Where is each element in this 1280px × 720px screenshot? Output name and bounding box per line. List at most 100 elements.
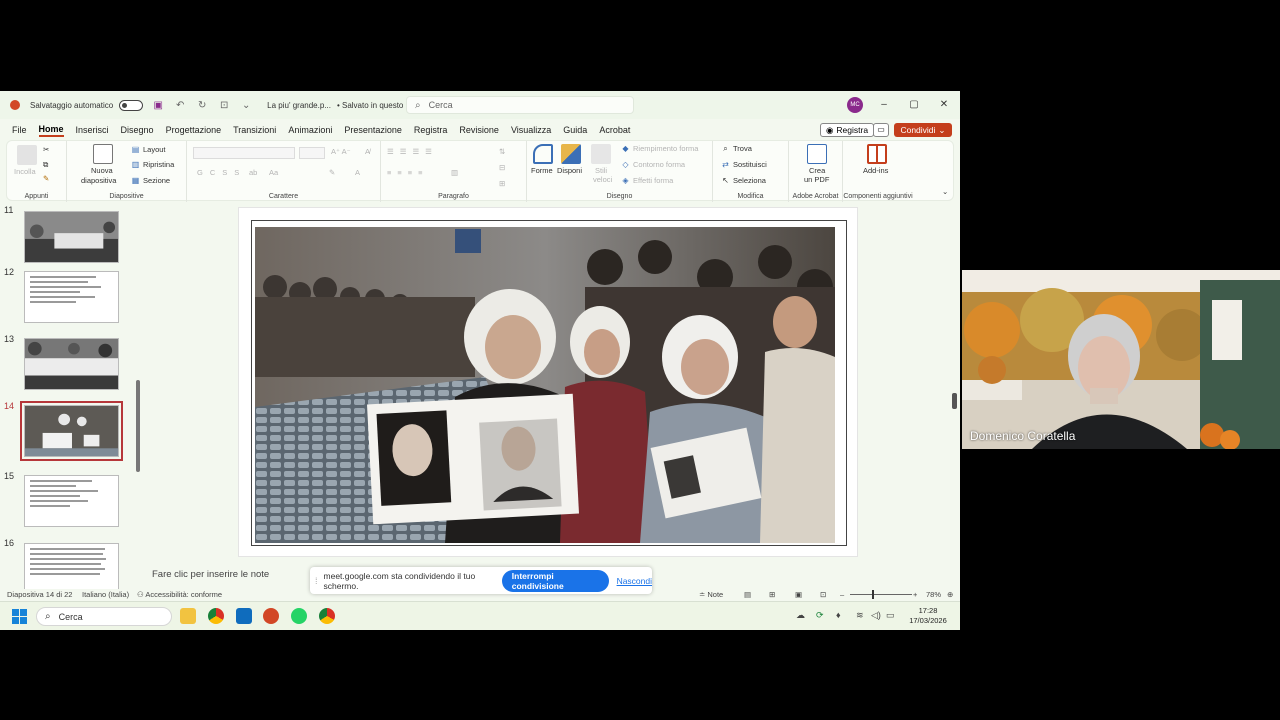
zoom-slider-knob[interactable] (872, 590, 874, 599)
shape-fill-button[interactable]: ◆ Riempimento forma (621, 144, 698, 153)
find-button[interactable]: ⌕ Trova (721, 144, 752, 153)
undo-icon[interactable]: ↶ (173, 98, 187, 112)
share-button[interactable]: Condividi ⌄ (894, 123, 952, 137)
system-clock[interactable]: 17:28 17/03/2026 (900, 606, 956, 626)
slide-scrollbar[interactable] (951, 203, 959, 549)
comments-button[interactable]: ▭ (873, 123, 889, 137)
slide-picture-frame[interactable] (251, 220, 847, 546)
save-icon[interactable]: ▣ (151, 98, 165, 112)
align-icons[interactable]: ≡≡≡≡ (387, 168, 429, 177)
autosave-toggle[interactable] (119, 99, 144, 111)
scrollbar-thumb[interactable] (136, 380, 140, 472)
quick-styles-label-2[interactable]: veloci (593, 175, 612, 184)
tab-home[interactable]: Home (38, 124, 64, 137)
char-spacing-icon[interactable]: ab (249, 168, 257, 177)
section-button[interactable]: ▦ Sezione (131, 176, 170, 185)
avatar[interactable]: MC (847, 97, 863, 113)
tab-progettazione[interactable]: Progettazione (166, 125, 222, 135)
tab-transizioni[interactable]: Transizioni (233, 125, 276, 135)
notes-button[interactable]: ≐ Note (699, 590, 723, 599)
microphone-icon[interactable]: ♦ (836, 610, 841, 620)
arrange-icon[interactable] (561, 144, 581, 164)
font-name-select[interactable] (193, 147, 295, 159)
slide-photo[interactable] (255, 227, 835, 543)
drag-handle-icon[interactable]: ⁞ (315, 576, 318, 586)
zoom-out-icon[interactable]: – (840, 590, 844, 599)
tab-registra[interactable]: Registra (414, 125, 448, 135)
slideshow-icon[interactable]: ⊡ (820, 590, 826, 599)
slide-thumbnail-11[interactable] (24, 211, 119, 263)
whatsapp-icon[interactable] (291, 608, 307, 624)
taskbar-search-input[interactable]: ⌕ Cerca (36, 607, 172, 626)
highlight-icon[interactable]: ✎ (329, 168, 335, 177)
battery-icon[interactable]: ▭ (886, 610, 895, 621)
new-slide-label-1[interactable]: Nuova (91, 166, 113, 175)
present-icon[interactable]: ⊡ (217, 98, 231, 112)
font-size-select[interactable] (299, 147, 325, 159)
tab-animazioni[interactable]: Animazioni (288, 125, 332, 135)
columns-icon[interactable]: ▥ (451, 168, 458, 177)
normal-view-icon[interactable]: ▤ (744, 590, 751, 599)
document-name[interactable]: La piu' grande.p... (267, 101, 331, 110)
select-button[interactable]: ↖ Seleziona (721, 176, 766, 185)
tab-inserisci[interactable]: Inserisci (76, 125, 109, 135)
create-pdf-label-1[interactable]: Crea (809, 166, 825, 175)
zoom-slider[interactable] (850, 590, 912, 599)
slide-thumbnail-15[interactable] (24, 475, 119, 527)
create-pdf-icon[interactable] (807, 144, 827, 164)
copy-icon[interactable]: ⧉ (43, 160, 48, 170)
slides-panel-scrollbar[interactable] (135, 210, 141, 586)
slide-sorter-icon[interactable]: ⊞ (769, 590, 775, 599)
create-pdf-label-2[interactable]: un PDF (804, 175, 829, 184)
layout-button[interactable]: ▤ Layout (131, 145, 166, 154)
addins-icon[interactable] (867, 144, 887, 164)
chrome-icon[interactable] (208, 608, 224, 624)
clear-format-icon[interactable]: A̸ (365, 147, 370, 156)
tab-presentazione[interactable]: Presentazione (344, 125, 402, 135)
tab-revisione[interactable]: Revisione (459, 125, 499, 135)
smartart-icon[interactable]: ⊞ (499, 179, 505, 188)
zoom-level[interactable]: 78% (926, 590, 941, 599)
new-slide-label-2[interactable]: diapositiva (81, 176, 116, 185)
tab-visualizza[interactable]: Visualizza (511, 125, 551, 135)
shapes-button[interactable]: Forme (531, 166, 553, 175)
list-icons[interactable]: ☰☰☰☰ (387, 147, 438, 156)
font-grow-icon[interactable]: A⁺ A⁻ (331, 147, 351, 156)
collapse-ribbon-icon[interactable]: ⌄ (942, 187, 948, 196)
slide-thumbnail-14[interactable] (20, 401, 123, 461)
current-slide[interactable] (238, 207, 858, 557)
paste-icon[interactable] (17, 145, 37, 165)
slide-thumbnail-12[interactable] (24, 271, 119, 323)
font-color-icon[interactable]: A (355, 168, 360, 177)
minimize-button[interactable]: – (876, 97, 892, 113)
quick-styles-label-1[interactable]: Stili (595, 166, 607, 175)
reset-button[interactable]: ▥ Ripristina (131, 160, 175, 169)
outlook-icon[interactable] (236, 608, 252, 624)
cut-icon[interactable]: ✂ (43, 145, 49, 154)
case-icon[interactable]: Aa (269, 168, 278, 177)
volume-icon[interactable]: ◁) (871, 610, 881, 621)
chrome-profile-icon[interactable] (319, 608, 335, 624)
align-text-icon[interactable]: ⊟ (499, 163, 505, 172)
hide-link[interactable]: Nascondi (617, 576, 652, 586)
maximize-button[interactable]: ▢ (906, 97, 922, 113)
shapes-icon[interactable] (533, 144, 553, 164)
zoom-in-icon[interactable]: + (913, 590, 917, 599)
slide-thumbnail-13[interactable] (24, 338, 119, 390)
text-direction-icon[interactable]: ⇅ (499, 147, 505, 156)
powerpoint-taskbar-icon[interactable] (263, 608, 279, 624)
cloud-icon[interactable]: ☁ (796, 610, 805, 621)
addins-button[interactable]: Add-ins (863, 166, 888, 175)
title-search-input[interactable]: ⌕ Cerca (406, 96, 634, 114)
close-button[interactable]: ✕ (936, 97, 952, 113)
redo-icon[interactable]: ↻ (195, 98, 209, 112)
quick-styles-icon[interactable] (591, 144, 611, 164)
file-explorer-icon[interactable] (180, 608, 196, 624)
participant-video-tile[interactable]: Domenico Coratella (962, 270, 1280, 449)
shape-outline-button[interactable]: ◇ Contorno forma (621, 160, 685, 169)
tab-file[interactable]: File (12, 125, 27, 135)
accessibility-status[interactable]: ⚇ Accessibilità: conforme (137, 590, 222, 599)
reading-view-icon[interactable]: ▣ (795, 590, 802, 599)
windows-start-icon[interactable] (12, 609, 27, 624)
tab-disegno[interactable]: Disegno (121, 125, 154, 135)
